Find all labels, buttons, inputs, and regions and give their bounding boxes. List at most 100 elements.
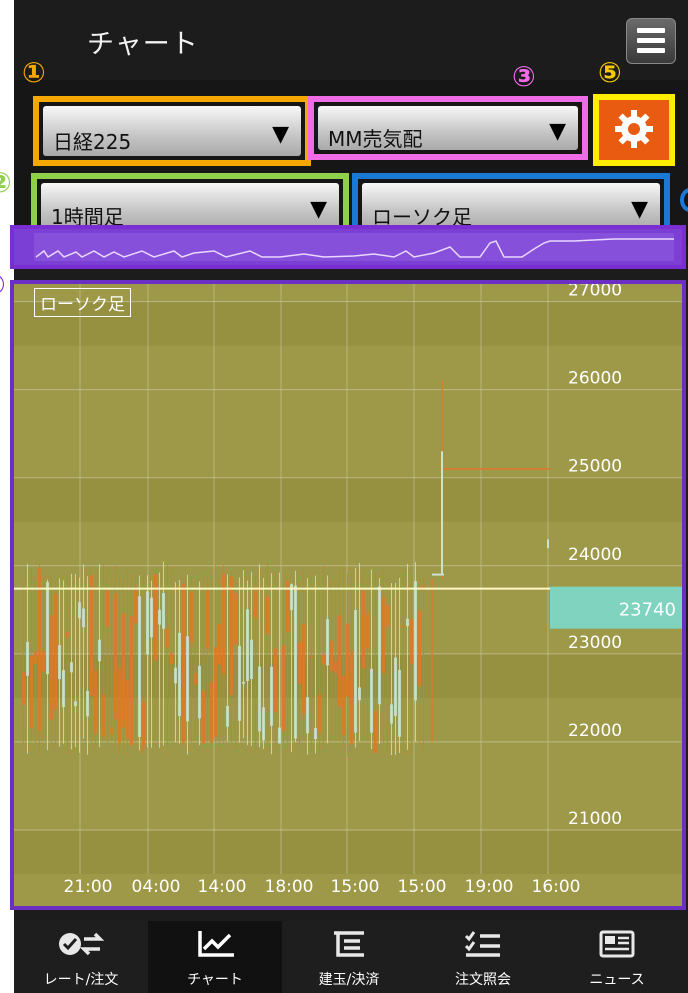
candle-body bbox=[330, 640, 333, 671]
x-tick-label: 15:00 bbox=[398, 877, 447, 897]
candle-body bbox=[258, 666, 261, 732]
candle-body bbox=[410, 618, 413, 664]
candle-body bbox=[334, 661, 337, 674]
candle-body bbox=[270, 666, 273, 726]
marker-1: ① bbox=[22, 56, 46, 89]
news-icon bbox=[599, 930, 635, 958]
marker-3: ③ bbox=[512, 60, 536, 93]
y-tick-label: 27000 bbox=[568, 284, 622, 301]
chevron-down-icon: ▼ bbox=[631, 197, 648, 222]
x-tick-label: 04:00 bbox=[132, 877, 181, 897]
top-bar: チャート bbox=[14, 0, 688, 82]
candle-body bbox=[378, 586, 381, 705]
candle-body bbox=[198, 665, 201, 719]
candle-body bbox=[246, 609, 249, 681]
candle-body bbox=[26, 641, 29, 676]
candle-body bbox=[278, 727, 281, 744]
candle-body bbox=[202, 689, 205, 744]
candle-body bbox=[66, 631, 69, 638]
chevron-down-icon: ▼ bbox=[272, 122, 289, 147]
quote-type-select[interactable]: MM売気配 ▼ bbox=[308, 96, 588, 160]
chevron-down-icon: ▼ bbox=[549, 119, 566, 144]
tab-chart-label: チャート bbox=[187, 972, 243, 988]
candle-body bbox=[322, 654, 325, 665]
candle-body bbox=[94, 670, 97, 733]
candle-body bbox=[122, 613, 125, 728]
chart-band bbox=[14, 477, 682, 522]
candle-body bbox=[114, 593, 117, 720]
candle-body bbox=[366, 612, 369, 649]
candle-body bbox=[134, 587, 137, 623]
candle-body bbox=[350, 651, 353, 744]
price-chart[interactable]: 23740 27000 26000 25000 24000 23000 22000 2100… bbox=[10, 280, 686, 910]
y-tick-label: 21000 bbox=[568, 809, 622, 829]
x-tick-label: 16:00 bbox=[532, 877, 581, 897]
candle-body bbox=[398, 669, 401, 737]
candle-body bbox=[126, 680, 129, 740]
candle-body bbox=[98, 639, 101, 662]
candle-body bbox=[362, 590, 365, 669]
candle-body bbox=[306, 697, 309, 734]
candle-body bbox=[206, 590, 209, 649]
bottom-tab-bar: レート/注文 チャート 建玉/決済 注文照会 ニュース bbox=[14, 921, 688, 993]
candlestick-chart: 23740 27000 26000 25000 24000 23000 22000 2100… bbox=[14, 284, 682, 897]
candle-body bbox=[78, 602, 81, 619]
candle-body bbox=[178, 632, 181, 716]
tab-order-list[interactable]: 注文照会 bbox=[416, 921, 550, 993]
candle-body bbox=[382, 596, 385, 674]
chevron-down-icon: ▼ bbox=[310, 197, 327, 222]
candle-body bbox=[54, 593, 57, 710]
candle-body bbox=[238, 645, 241, 721]
candle-body bbox=[294, 585, 297, 739]
y-tick-label: 24000 bbox=[568, 545, 622, 565]
candle-body bbox=[262, 707, 265, 741]
settings-button[interactable] bbox=[593, 94, 675, 166]
candle-body bbox=[358, 687, 361, 701]
candle-body bbox=[22, 672, 25, 706]
hamburger-menu-button[interactable] bbox=[626, 18, 676, 64]
candle-body bbox=[250, 639, 253, 679]
candle-body bbox=[74, 701, 77, 707]
x-tick-label: 21:00 bbox=[64, 877, 113, 897]
candle-body bbox=[150, 597, 153, 638]
candle-body bbox=[30, 655, 33, 729]
candle-body bbox=[394, 657, 397, 716]
tab-rate-order[interactable]: レート/注文 bbox=[14, 921, 148, 993]
candle-body bbox=[298, 641, 301, 685]
chart-navigator[interactable] bbox=[10, 225, 686, 269]
candle-body bbox=[234, 593, 237, 645]
marker-5: ⑤ bbox=[598, 56, 622, 89]
page-title: チャート bbox=[87, 29, 199, 60]
candle-body bbox=[406, 618, 409, 627]
candle-body bbox=[118, 667, 121, 743]
symbol-select[interactable]: 日経225 ▼ bbox=[33, 96, 311, 166]
candle-body bbox=[214, 646, 217, 738]
candle-body bbox=[138, 596, 141, 737]
candle-body bbox=[62, 670, 65, 708]
tab-news[interactable]: ニュース bbox=[550, 921, 684, 993]
candle-body bbox=[194, 673, 197, 686]
candle-body bbox=[34, 651, 37, 664]
candle-body bbox=[338, 615, 341, 707]
candle-body bbox=[402, 624, 405, 628]
candle-body bbox=[210, 681, 213, 743]
candle-body bbox=[354, 610, 357, 733]
x-tick-label: 14:00 bbox=[198, 877, 247, 897]
candle-body bbox=[90, 574, 93, 697]
candle-body bbox=[166, 628, 169, 648]
candle-body bbox=[254, 588, 257, 619]
candle-body bbox=[186, 636, 189, 722]
y-tick-label: 25000 bbox=[568, 457, 622, 477]
candle-body bbox=[174, 667, 177, 684]
navigator-sparkline bbox=[34, 233, 674, 261]
candle-body bbox=[326, 619, 329, 666]
candle-body bbox=[58, 645, 61, 680]
candle-body bbox=[390, 704, 393, 724]
chart-band bbox=[14, 829, 682, 874]
candle-body bbox=[182, 583, 185, 743]
symbol-select-value: 日経225 bbox=[53, 130, 132, 154]
candle-body bbox=[142, 700, 145, 749]
tab-positions[interactable]: 建玉/決済 bbox=[282, 921, 416, 993]
menu-icon-line bbox=[637, 38, 665, 43]
tab-chart[interactable]: チャート bbox=[148, 921, 282, 993]
